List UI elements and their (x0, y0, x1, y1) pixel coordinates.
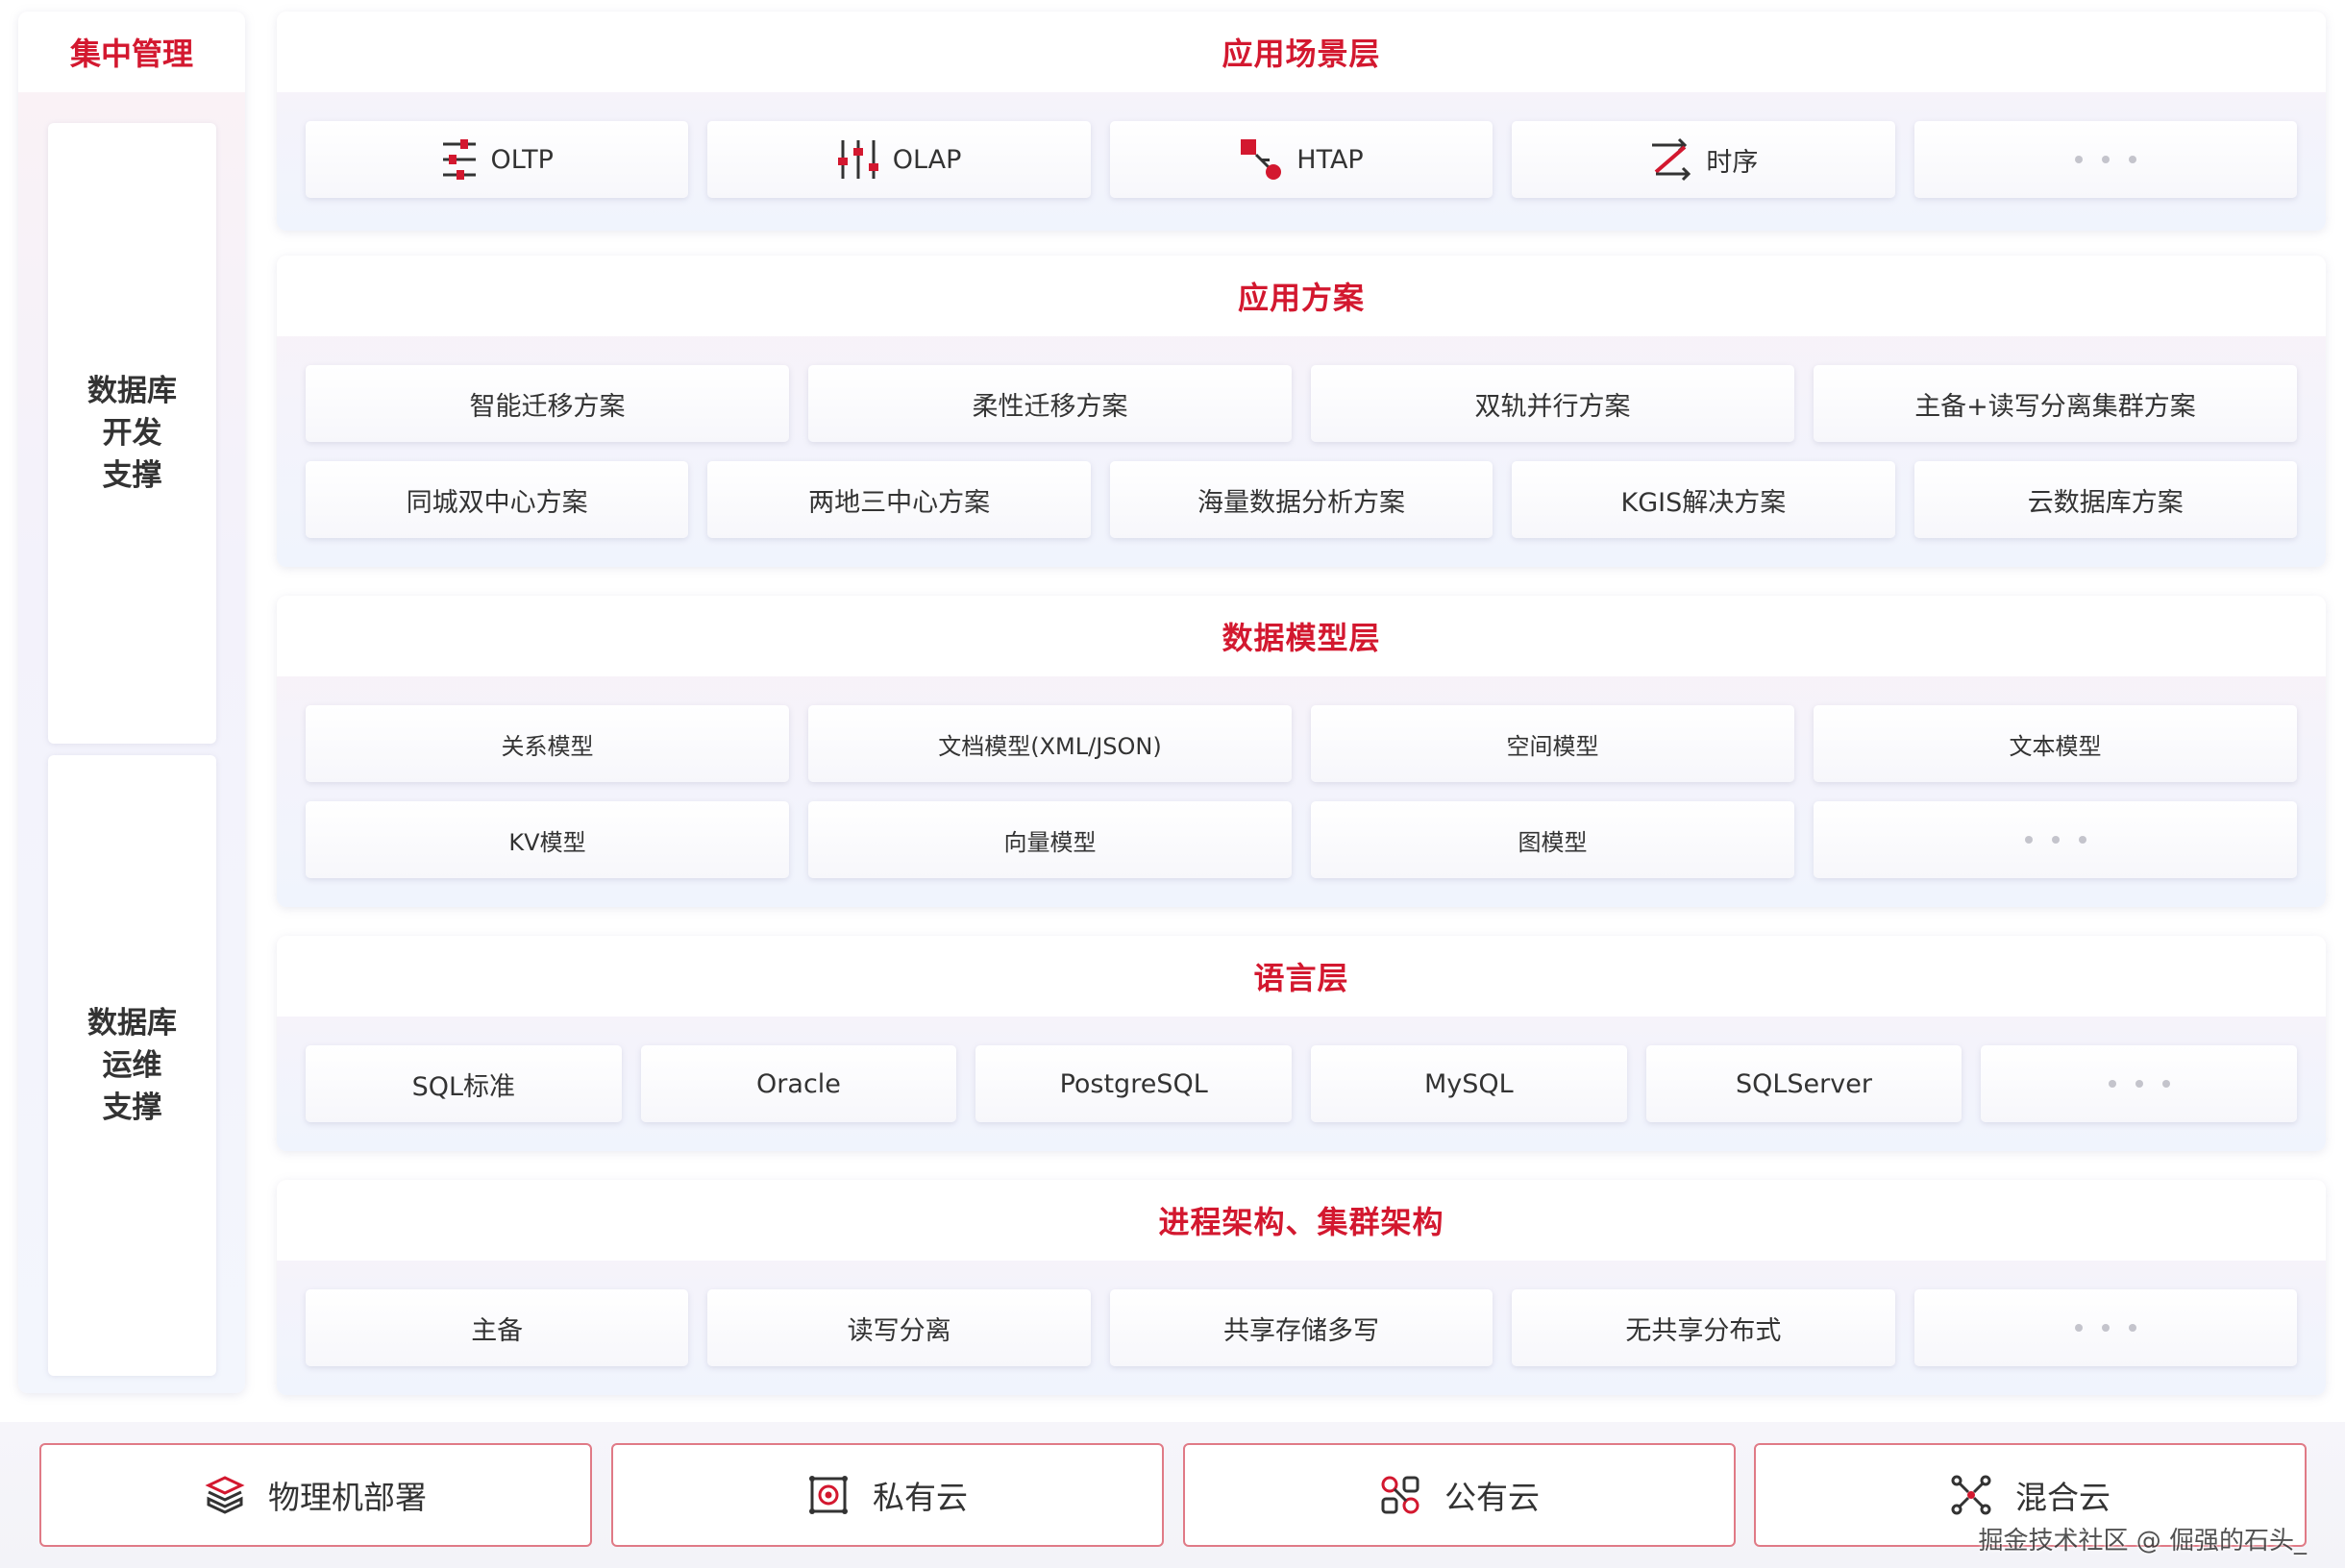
item-item-1: 柔性迁移方案 (808, 365, 1292, 442)
deploy-label: 私有云 (873, 1479, 968, 1516)
deploy-label: 物理机部署 (268, 1479, 427, 1516)
more-ellipsis (1913, 1289, 2297, 1366)
item-item-1: 两地三中心方案 (707, 461, 1091, 538)
deploy-private-cloud: 私有云 (611, 1443, 1164, 1547)
item-item-2: 海量数据分析方案 (1109, 461, 1493, 538)
hybrid-cloud-icon (1950, 1474, 1992, 1516)
item-item-0: 主备 (306, 1289, 689, 1366)
item-item-2: 双轨并行方案 (1311, 365, 1794, 442)
layer-title: 应用场景层 (277, 12, 2326, 92)
item-label: 读写分离 (847, 1315, 951, 1346)
db-ops-support-panel: 数据库 运维 支撑 (48, 755, 216, 1376)
more-ellipsis (1913, 121, 2297, 198)
layer-3: 数据模型层关系模型 文档模型(XML/JSON) 空间模型 文本模型 KV模型 向量模型 图… (277, 596, 2326, 907)
layer-2: 应用方案智能迁移方案 柔性迁移方案 双轨并行方案 主备+读写分离集群方案同城双中心方案… (277, 256, 2326, 567)
item-label: 向量模型 (1003, 828, 1097, 856)
item-label: 双轨并行方案 (1474, 391, 1631, 422)
deploy-label: 混合云 (2015, 1479, 2110, 1516)
item-postgresql: PostgreSQL (975, 1045, 1292, 1122)
item-label: 智能迁移方案 (469, 391, 626, 422)
item-label: 两地三中心方案 (808, 487, 991, 518)
item-label: HTAP (1296, 144, 1364, 175)
item-item-1: 读写分离 (707, 1289, 1091, 1366)
ellipsis-icon (2074, 1324, 2136, 1332)
ellipsis-icon (2108, 1080, 2170, 1088)
layer-title: 数据模型层 (277, 596, 2326, 676)
item-label: 无共享分布式 (1625, 1315, 1782, 1346)
item-label: 云数据库方案 (2027, 487, 2184, 518)
equalizer-icon (837, 138, 879, 181)
item-htap: HTAP (1109, 121, 1493, 198)
item-xml-json: 文档模型(XML/JSON) (808, 705, 1292, 782)
item-label: 主备 (471, 1315, 524, 1346)
item-kgis: KGIS解决方案 (1512, 461, 1895, 538)
more-ellipsis (1981, 1045, 2297, 1122)
item-item-0: 同城双中心方案 (306, 461, 689, 538)
item-sql: SQL标准 (306, 1045, 622, 1122)
deploy-label: 公有云 (1444, 1479, 1540, 1516)
sliders-icon (441, 138, 478, 181)
item-label: 同城双中心方案 (406, 487, 588, 518)
layer-1: 应用场景层 OLTP OLAP HTAP 时序 (277, 12, 2326, 231)
item-label: PostgreSQL (1059, 1068, 1208, 1099)
private-cloud-icon (807, 1474, 850, 1516)
layer-title: 应用方案 (277, 256, 2326, 336)
item-label: KV模型 (508, 828, 586, 856)
item-item-3: 主备+读写分离集群方案 (1814, 365, 2297, 442)
timeseries-icon (1648, 137, 1692, 182)
item-label: 时序 (1706, 147, 1759, 178)
ellipsis-icon (2074, 156, 2136, 163)
item-label: 共享存储多写 (1222, 1315, 1379, 1346)
item-item-2: 空间模型 (1311, 705, 1794, 782)
item-oltp: OLTP (306, 121, 689, 198)
item-item-3: 时序 (1512, 121, 1895, 198)
db-dev-support-panel: 数据库 开发 支撑 (48, 123, 216, 744)
item-item-1: 向量模型 (808, 801, 1292, 878)
item-label: OLTP (490, 144, 554, 175)
item-item-2: 图模型 (1311, 801, 1794, 878)
layer-4: 语言层 SQL标准 Oracle PostgreSQL MySQL SQLServer (277, 936, 2326, 1151)
item-item-0: 智能迁移方案 (306, 365, 789, 442)
item-olap: OLAP (707, 121, 1091, 198)
item-kv: KV模型 (306, 801, 789, 878)
centralized-management-column: 集中管理 数据库 开发 支撑 数据库 运维 支撑 (18, 12, 245, 1393)
deploy-public-cloud: 公有云 (1183, 1443, 1736, 1547)
public-cloud-icon (1379, 1474, 1421, 1516)
layer-title: 进程架构、集群架构 (277, 1180, 2326, 1261)
more-ellipsis (1814, 801, 2297, 878)
item-label: OLAP (892, 144, 962, 175)
item-label: 海量数据分析方案 (1197, 487, 1405, 518)
watermark: 掘金技术社区 @ 倔强的石头_ (1978, 1527, 2307, 1556)
item-sqlserver: SQLServer (1645, 1045, 1962, 1122)
ellipsis-icon (2024, 836, 2086, 844)
item-label: MySQL (1423, 1068, 1514, 1099)
item-item-3: 文本模型 (1814, 705, 2297, 782)
item-item-3: 无共享分布式 (1512, 1289, 1895, 1366)
item-label: 文档模型(XML/JSON) (938, 732, 1162, 760)
item-label: SQL标准 (411, 1071, 516, 1102)
layer-5: 进程架构、集群架构主备 读写分离 共享存储多写 无共享分布式 (277, 1180, 2326, 1395)
item-item-4: 云数据库方案 (1913, 461, 2297, 538)
deploy-cube-stack: 物理机部署 (39, 1443, 592, 1547)
item-label: 文本模型 (2009, 732, 2102, 760)
item-label: Oracle (756, 1068, 841, 1099)
item-item-2: 共享存储多写 (1109, 1289, 1493, 1366)
item-label: 柔性迁移方案 (972, 391, 1128, 422)
item-label: KGIS解决方案 (1620, 487, 1787, 518)
item-label: 图模型 (1518, 828, 1588, 856)
item-label: SQLServer (1735, 1068, 1872, 1099)
cube-stack-icon (205, 1475, 245, 1515)
centralized-management-title: 集中管理 (18, 12, 245, 92)
item-label: 关系模型 (501, 732, 594, 760)
item-mysql: MySQL (1311, 1045, 1627, 1122)
db-dev-support-label: 数据库 开发 支撑 (87, 374, 177, 493)
deployment-bar: 物理机部署 私有云 公有云 混合云 掘金技术社区 @ 倔强的石头_ (0, 1422, 2345, 1568)
htap-icon (1239, 137, 1283, 182)
layer-title: 语言层 (277, 936, 2326, 1017)
item-label: 空间模型 (1506, 732, 1599, 760)
item-item-0: 关系模型 (306, 705, 789, 782)
db-ops-support-label: 数据库 运维 支撑 (87, 1006, 177, 1125)
item-oracle: Oracle (640, 1045, 957, 1122)
item-label: 主备+读写分离集群方案 (1914, 391, 2196, 422)
